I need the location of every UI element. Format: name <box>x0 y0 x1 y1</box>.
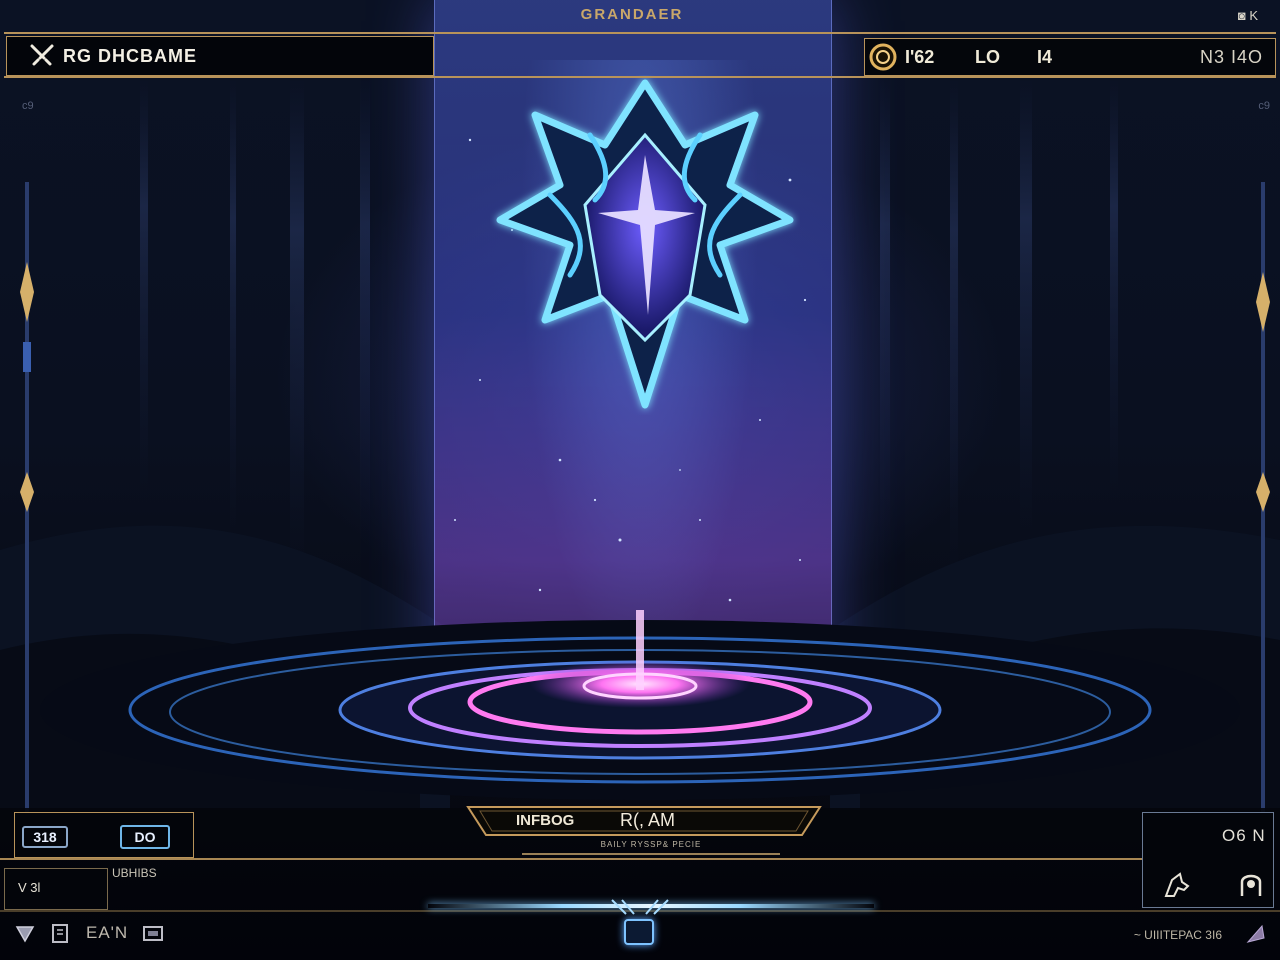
rank-emblem <box>496 79 794 409</box>
coin-icon <box>869 43 897 71</box>
stat-value-2: LO <box>975 47 1000 67</box>
stat-value-3: I4 <box>1037 47 1053 67</box>
bottom-label[interactable]: EA'N <box>86 923 128 943</box>
left-sub-label: UBHIBS <box>112 866 157 880</box>
bottom-status-text: ~ UIIITEPAC 3I6 <box>1133 928 1222 942</box>
dice-icon[interactable] <box>142 922 164 944</box>
center-chevron-icon <box>611 899 669 915</box>
bottom-left-toolbar: EA'N <box>14 922 164 944</box>
arrow-icon[interactable] <box>1244 922 1268 946</box>
currency-panel: I'62 LO I4 N3 I4O <box>864 38 1276 76</box>
horse-icon[interactable] <box>1160 870 1192 900</box>
summon-platform <box>40 610 1240 800</box>
crossed-swords-icon <box>30 44 54 66</box>
stat-value-right: N3 I4O <box>1199 47 1263 67</box>
window-control-icon[interactable]: ◙ K <box>1238 8 1258 23</box>
right-rail <box>1256 182 1270 812</box>
right-box-label: O6 N <box>1222 826 1266 845</box>
plaque-underline <box>522 853 780 855</box>
left-rail <box>20 182 34 812</box>
plaque-right-text: R(, AM <box>620 810 676 830</box>
plaque-subtitle: BAILY RYSSP& PECIE <box>600 840 702 849</box>
level-chip: 318 <box>22 826 68 848</box>
player-name: RG DHCBAME <box>63 45 197 66</box>
player-panel[interactable]: RG DHCBAME <box>6 36 434 76</box>
book-icon[interactable] <box>50 922 72 944</box>
face-icon[interactable] <box>1236 868 1266 900</box>
screen-title: GRANDAER <box>580 6 684 23</box>
stat-value-1: I'62 <box>905 47 935 67</box>
corner-mark-right: c9 <box>1258 100 1270 112</box>
bottom-divider <box>0 858 1142 860</box>
center-hud-icon[interactable] <box>624 919 654 945</box>
corner-mark-left: c9 <box>22 100 34 112</box>
left-secondary-text: V 3l <box>18 880 41 895</box>
plaque-left-text: INFBOG <box>516 812 575 829</box>
triangle-icon[interactable] <box>14 922 36 944</box>
mode-chip[interactable]: DO <box>120 825 170 849</box>
